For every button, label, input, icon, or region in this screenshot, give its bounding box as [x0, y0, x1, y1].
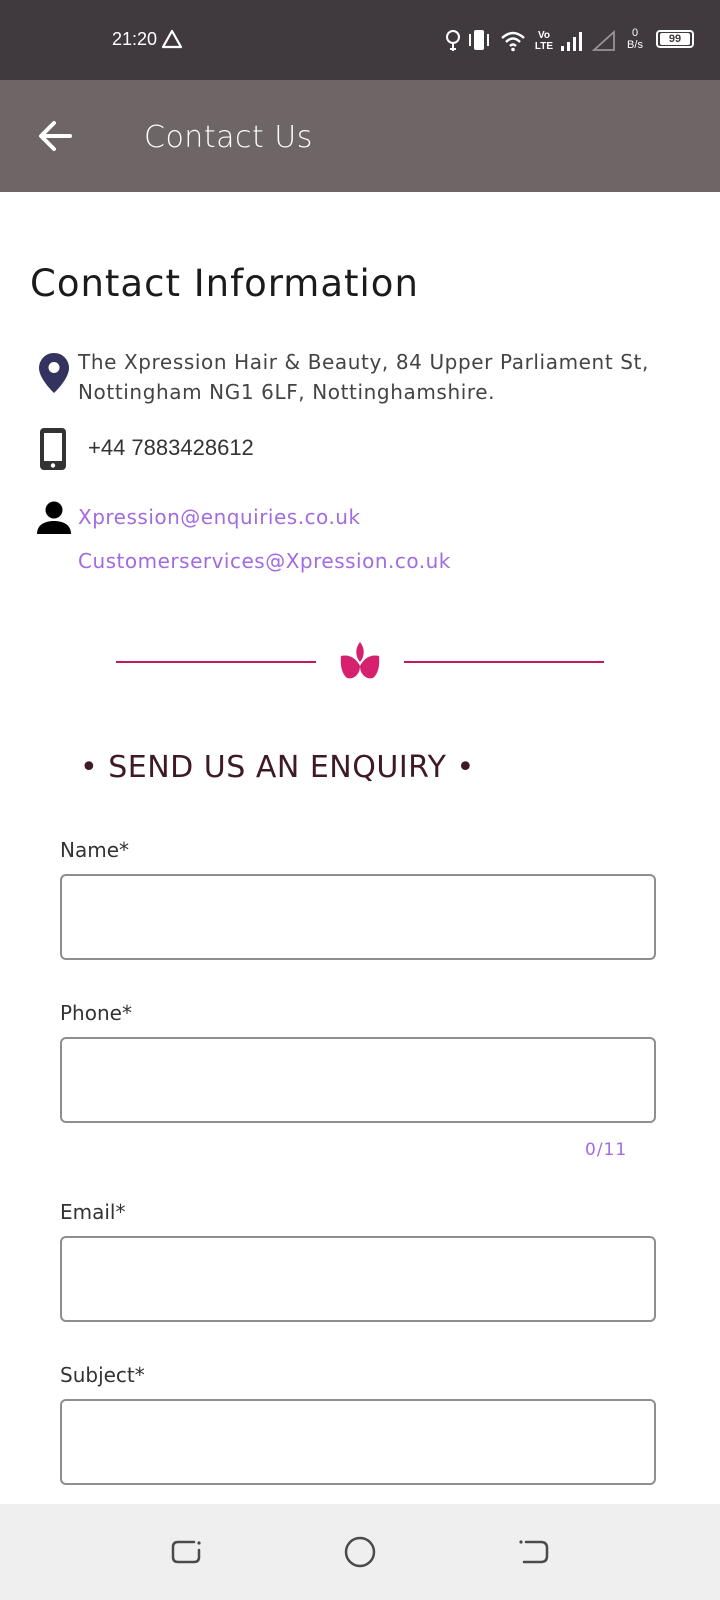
enquiry-heading: • SEND US AN ENQUIRY •: [80, 750, 475, 785]
phone-icon: [40, 428, 66, 470]
status-bar: 21:20 Vo LTE 0 B/s 99: [0, 0, 720, 80]
lotus-icon: [340, 642, 380, 679]
recents-icon[interactable]: [168, 1534, 204, 1570]
name-label: Name*: [60, 838, 130, 862]
wifi-icon: [501, 31, 525, 52]
email-input[interactable]: [60, 1236, 656, 1322]
contact-address: The Xpression Hair & Beauty, 84 Upper Pa…: [78, 350, 649, 404]
network-type-label: Vo LTE: [534, 30, 554, 52]
arrow-left-icon[interactable]: [34, 114, 78, 158]
data-speed-unit: B/s: [627, 39, 643, 51]
subject-input[interactable]: [60, 1399, 656, 1485]
bulb-icon: [446, 30, 460, 51]
person-icon: [37, 501, 71, 534]
system-nav-bar: [0, 1504, 720, 1600]
alert-triangle-icon: [161, 29, 183, 49]
contact-phone[interactable]: +44 7883428612: [88, 435, 254, 461]
divider-right: [404, 661, 604, 663]
battery-indicator: 99: [656, 30, 694, 48]
battery-level: 99: [660, 33, 690, 45]
email-link-enquiries[interactable]: Xpression@enquiries.co.uk: [78, 505, 361, 529]
divider-left: [116, 661, 316, 663]
data-speed: 0 B/s: [622, 27, 648, 51]
data-speed-value: 0: [631, 27, 639, 39]
contact-info-heading: Contact Information: [30, 262, 419, 305]
no-signal-icon: [592, 30, 615, 51]
phone-char-counter: 0/11: [585, 1140, 628, 1160]
email-link-customerservices[interactable]: Customerservices@Xpression.co.uk: [78, 549, 451, 573]
home-icon[interactable]: [342, 1534, 378, 1570]
signal-strength-icon: [561, 32, 582, 51]
back-nav-icon[interactable]: [516, 1534, 552, 1570]
vibrate-icon: [469, 30, 489, 50]
app-bar: Contact Us: [0, 80, 720, 192]
phone-label: Phone*: [60, 1001, 132, 1025]
email-label: Email*: [60, 1200, 126, 1224]
location-pin-icon: [39, 353, 69, 393]
phone-input[interactable]: [60, 1037, 656, 1123]
page-title: Contact Us: [144, 120, 313, 155]
status-time: 21:20: [112, 29, 158, 49]
name-input[interactable]: [60, 874, 656, 960]
subject-label: Subject*: [60, 1363, 145, 1387]
